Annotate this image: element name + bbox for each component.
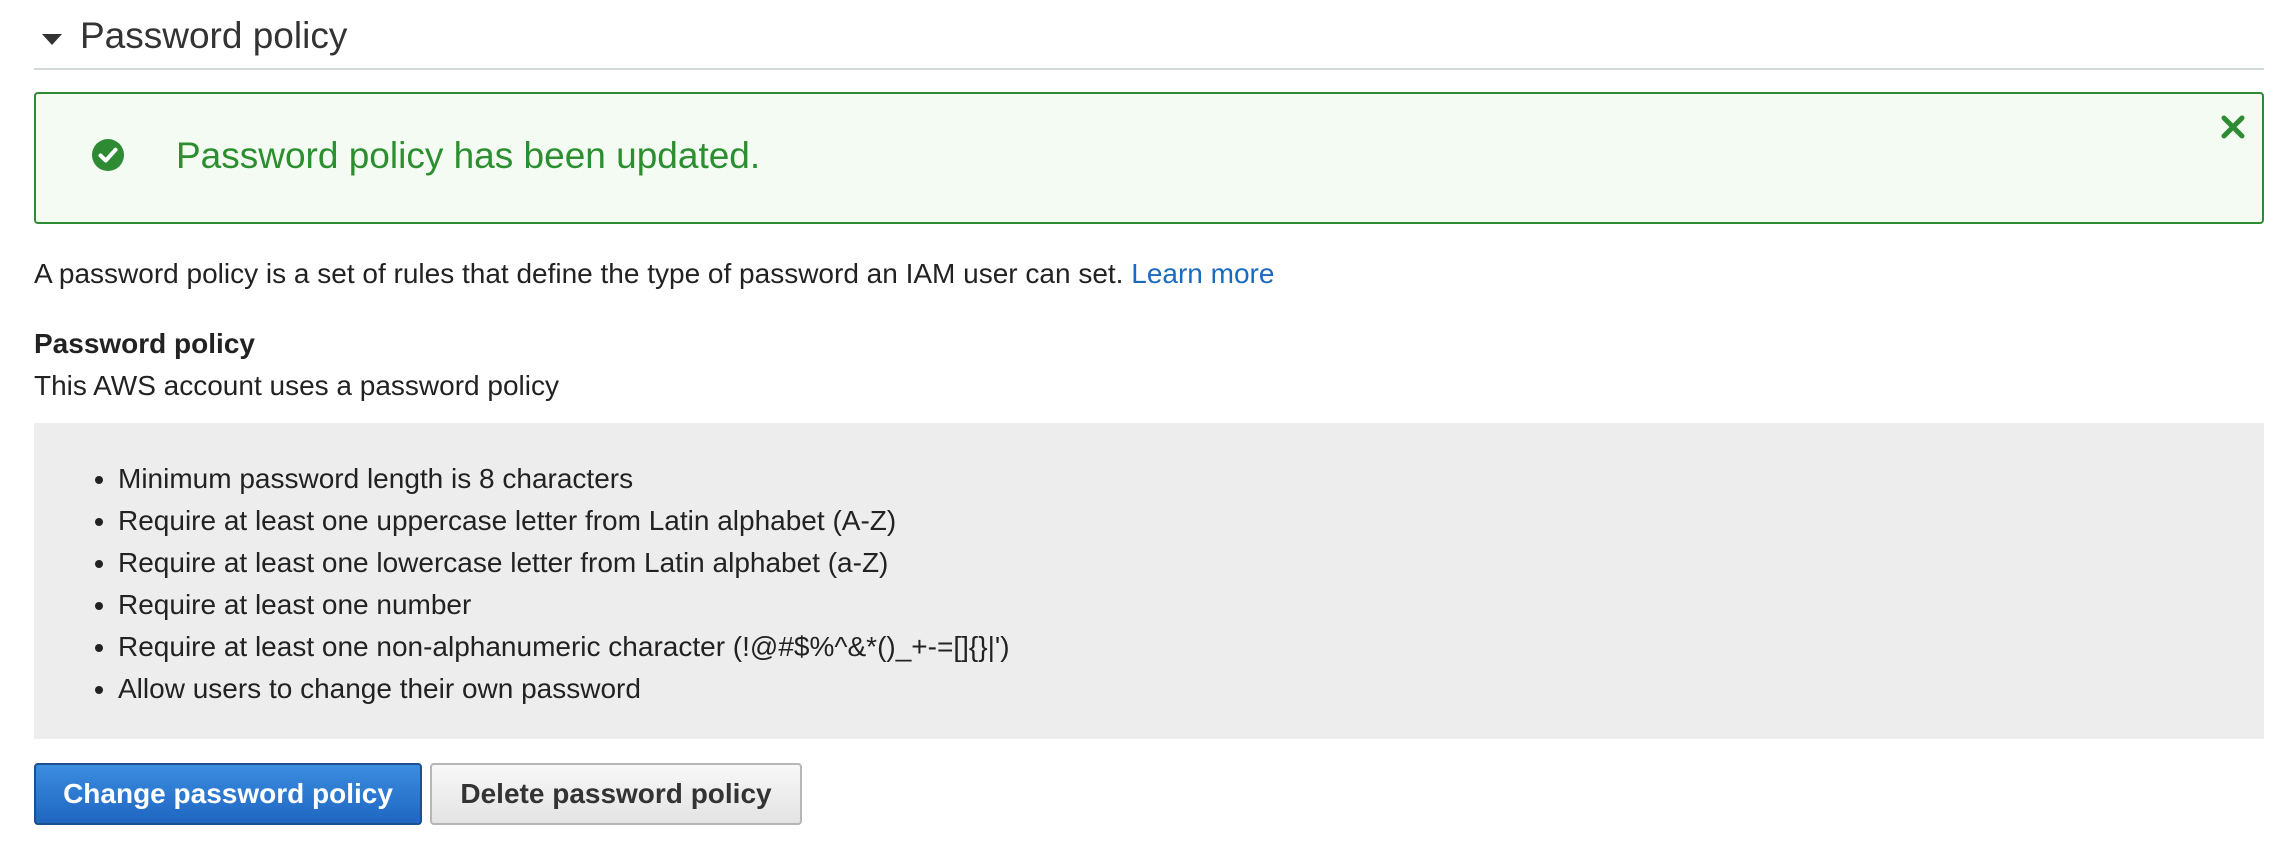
list-item: Require at least one number <box>118 584 1010 626</box>
policy-rules-panel: Minimum password length is 8 characters … <box>34 423 2264 739</box>
description-text: A password policy is a set of rules that… <box>34 258 1124 289</box>
change-password-policy-button[interactable]: Change password policy <box>34 763 422 825</box>
list-item: Allow users to change their own password <box>118 668 1010 710</box>
list-item: Require at least one lowercase letter fr… <box>118 542 1010 584</box>
check-circle-icon <box>92 139 124 171</box>
list-item: Minimum password length is 8 characters <box>118 458 1010 500</box>
close-icon[interactable] <box>2218 112 2248 142</box>
section-header[interactable]: Password policy <box>34 0 2264 70</box>
learn-more-link[interactable]: Learn more <box>1131 258 1274 289</box>
policy-heading: Password policy <box>34 328 255 359</box>
section-title[interactable]: Password policy <box>80 14 347 58</box>
caret-down-icon[interactable] <box>42 34 62 45</box>
alert-message: Password policy has been updated. <box>176 135 761 176</box>
list-item: Require at least one uppercase letter fr… <box>118 500 1010 542</box>
policy-description: A password policy is a set of rules that… <box>34 256 1274 292</box>
list-item: Require at least one non-alphanumeric ch… <box>118 626 1010 668</box>
success-alert: Password policy has been updated. <box>34 92 2264 224</box>
policy-rules-list: Minimum password length is 8 characters … <box>84 458 1010 710</box>
delete-password-policy-button[interactable]: Delete password policy <box>430 763 802 825</box>
policy-status-text: This AWS account uses a password policy <box>34 370 559 401</box>
password-policy-page: Password policy Password policy has been… <box>0 0 2286 850</box>
